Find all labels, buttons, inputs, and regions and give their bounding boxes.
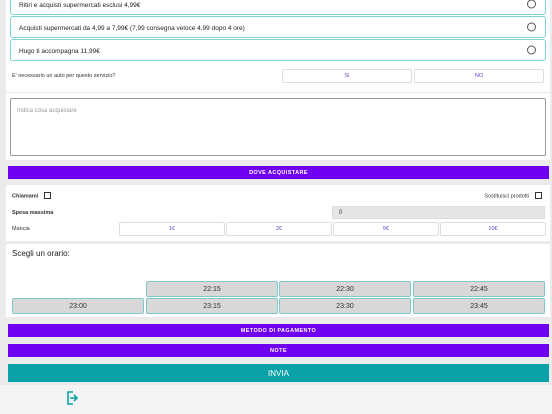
time-slot[interactable]: 23:15: [146, 298, 278, 314]
tip-button-2[interactable]: 2€: [226, 222, 332, 236]
max-spend-input[interactable]: 0: [332, 206, 545, 219]
service-option-label: Acquisti supermercati da 4,99 a 7,99€ (7…: [19, 24, 245, 32]
car-no-button[interactable]: NO: [414, 69, 544, 83]
max-spend-value: 0: [339, 209, 343, 216]
substitute-checkbox[interactable]: [535, 192, 542, 199]
tip-button-10[interactable]: 10€: [440, 222, 546, 236]
logout-icon[interactable]: [66, 391, 79, 405]
time-slot[interactable]: 22:45: [413, 281, 545, 297]
time-slot[interactable]: 23:30: [279, 298, 411, 314]
call-me-label: Chiamami: [12, 193, 39, 200]
call-me-checkbox[interactable]: [44, 192, 52, 199]
schedule-title: Scegli un orario:: [12, 249, 70, 258]
where-to-buy-button[interactable]: DOVE ACQUISTARE: [8, 166, 549, 179]
substitute-row: Sostituisci prodotti: [484, 192, 542, 199]
service-option-label: Ritiri e acquisti supermercati esclusi 4…: [19, 1, 141, 9]
radio-button[interactable]: [527, 45, 536, 55]
service-option-label: Hugo ti accompagna 11,99€: [19, 47, 100, 55]
radio-button[interactable]: [527, 0, 536, 9]
call-me-row: Chiamami: [12, 192, 52, 200]
service-option-supermarket[interactable]: Acquisti supermercati da 4,99 a 7,99€ (7…: [10, 16, 546, 38]
tip-label: Mancia: [12, 226, 30, 232]
time-slot[interactable]: 22:30: [279, 281, 411, 297]
radio-button[interactable]: [527, 22, 536, 32]
time-slot[interactable]: 22:15: [146, 281, 278, 297]
notes-button[interactable]: NOTE: [8, 344, 549, 357]
bottom-bar: [0, 385, 552, 414]
purchase-textarea[interactable]: Indica cosa acquistare: [10, 98, 546, 156]
car-question-label: E' necessario un auto per questo servizi…: [12, 73, 116, 79]
car-yes-button[interactable]: SI: [282, 69, 412, 83]
tip-button-5[interactable]: 5€: [333, 222, 439, 236]
service-option-standard[interactable]: Ritiri e acquisti supermercati esclusi 4…: [10, 0, 546, 15]
time-slot[interactable]: 23:45: [413, 298, 545, 314]
submit-button[interactable]: INVIA: [8, 364, 549, 382]
tip-button-1[interactable]: 1€: [119, 222, 225, 236]
payment-method-button[interactable]: METODO DI PAGAMENTO: [8, 324, 549, 337]
substitute-label: Sostituisci prodotti: [484, 193, 530, 200]
time-slot[interactable]: 23:00: [12, 298, 144, 314]
max-spend-label: Spesa massima: [12, 210, 54, 216]
service-option-accompany[interactable]: Hugo ti accompagna 11,99€: [10, 39, 546, 61]
